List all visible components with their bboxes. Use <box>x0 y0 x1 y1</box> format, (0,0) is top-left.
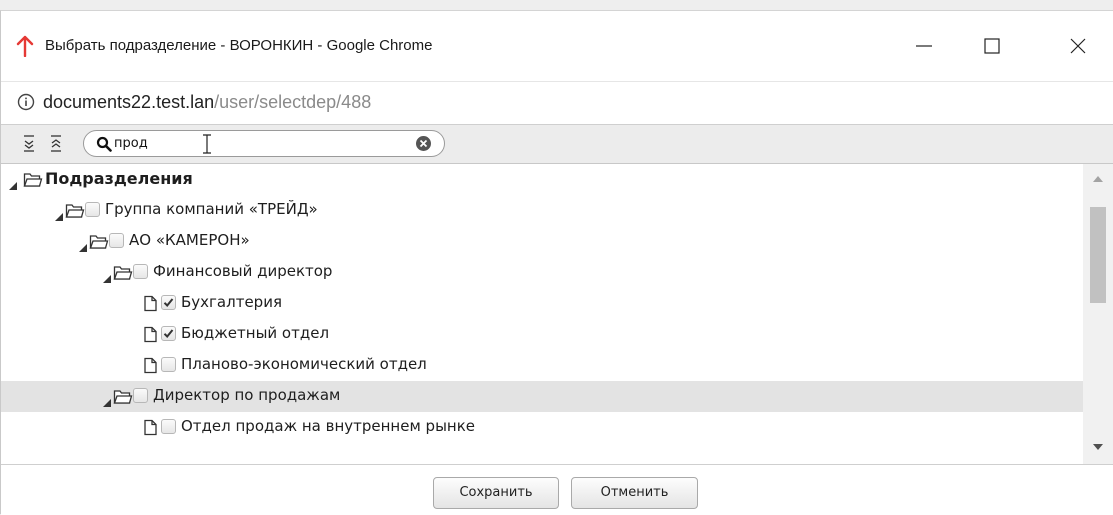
scroll-up-icon[interactable] <box>1093 176 1103 182</box>
tree-node-label: Бюджетный отдел <box>181 324 330 342</box>
tree-node-label: АО «КАМЕРОН» <box>129 231 250 249</box>
expand-toggle-icon[interactable] <box>9 176 17 190</box>
folder-open-icon <box>113 388 133 405</box>
text-cursor-icon <box>202 134 212 158</box>
tree-toolbar <box>1 125 1113 164</box>
collapse-all-icon[interactable] <box>48 134 66 154</box>
info-circle-icon[interactable] <box>17 93 35 111</box>
browser-window: Выбрать подразделение - ВОРОНКИН - Googl… <box>0 10 1113 515</box>
tree-checkbox[interactable] <box>133 388 148 403</box>
tree-node[interactable]: АО «КАМЕРОН» <box>1 226 1083 257</box>
folder-open-icon <box>65 202 85 219</box>
close-icon <box>1070 38 1086 54</box>
expand-toggle-icon[interactable] <box>79 238 87 252</box>
title-bar: Выбрать подразделение - ВОРОНКИН - Googl… <box>1 11 1113 81</box>
expand-toggle-icon[interactable] <box>103 269 111 283</box>
tree-checkbox[interactable] <box>161 419 176 434</box>
dialog-footer: Сохранить Отменить <box>1 464 1113 515</box>
close-button[interactable] <box>1055 25 1101 67</box>
department-tree: Подразделения Группа компаний «ТРЕЙД» АО «… <box>1 164 1113 464</box>
document-icon <box>141 326 161 343</box>
scrollbar-thumb[interactable] <box>1090 207 1106 303</box>
expand-toggle-icon[interactable] <box>55 207 63 221</box>
folder-open-icon <box>113 264 133 281</box>
cancel-button[interactable]: Отменить <box>571 477 698 509</box>
url-text[interactable]: documents22.test.lan/user/selectdep/488 <box>43 92 371 113</box>
tree-node[interactable]: Бюджетный отдел <box>1 319 1083 350</box>
tree-node[interactable]: Планово-экономический отдел <box>1 350 1083 381</box>
save-button[interactable]: Сохранить <box>433 477 559 509</box>
tree-node[interactable]: Бухгалтерия <box>1 288 1083 319</box>
tree-node[interactable]: Директор по продажам <box>1 381 1083 412</box>
folder-open-icon <box>89 233 109 250</box>
document-icon <box>141 357 161 374</box>
tree-node[interactable]: Финансовый директор <box>1 257 1083 288</box>
tree-node-label: Финансовый директор <box>153 262 333 280</box>
tree-checkbox[interactable] <box>133 264 148 279</box>
expand-all-icon[interactable] <box>21 134 39 154</box>
search-box[interactable] <box>83 130 445 157</box>
address-bar[interactable]: documents22.test.lan/user/selectdep/488 <box>1 81 1113 125</box>
folder-open-icon <box>23 171 43 188</box>
tree-checkbox[interactable] <box>161 295 176 310</box>
tree-node-label: Подразделения <box>45 169 193 188</box>
magnifier-icon <box>96 136 112 156</box>
tree-checkbox[interactable] <box>161 357 176 372</box>
tree-node-label: Отдел продаж на внутреннем рынке <box>181 417 476 435</box>
tree-node[interactable]: Группа компаний «ТРЕЙД» <box>1 195 1083 226</box>
document-icon <box>141 419 161 436</box>
tree-node-label: Бухгалтерия <box>181 293 282 311</box>
document-icon <box>141 295 161 312</box>
search-input[interactable] <box>114 134 344 153</box>
url-host: documents22.test.lan <box>43 92 215 112</box>
vertical-scrollbar[interactable] <box>1083 164 1113 464</box>
maximize-button[interactable] <box>969 25 1015 67</box>
tree-checkbox[interactable] <box>85 202 100 217</box>
tree-node[interactable]: Подразделения <box>1 164 1083 195</box>
minimize-icon <box>916 45 932 47</box>
clear-circle-x-icon[interactable] <box>415 135 432 152</box>
tree-node-label: Планово-экономический отдел <box>181 355 427 373</box>
tree-node-label: Директор по продажам <box>153 386 341 404</box>
red-arrow-up-icon <box>15 35 35 58</box>
maximize-icon <box>984 38 1000 54</box>
expand-toggle-icon[interactable] <box>103 393 111 407</box>
tree-checkbox[interactable] <box>161 326 176 341</box>
tree-node-label: Группа компаний «ТРЕЙД» <box>105 200 318 218</box>
minimize-button[interactable] <box>901 25 947 67</box>
tree-checkbox[interactable] <box>109 233 124 248</box>
url-path: /user/selectdep/488 <box>214 92 372 112</box>
scroll-down-icon[interactable] <box>1093 444 1103 450</box>
window-title: Выбрать подразделение - ВОРОНКИН - Googl… <box>45 37 433 54</box>
tree-node[interactable]: Отдел продаж на внутреннем рынке <box>1 412 1083 443</box>
